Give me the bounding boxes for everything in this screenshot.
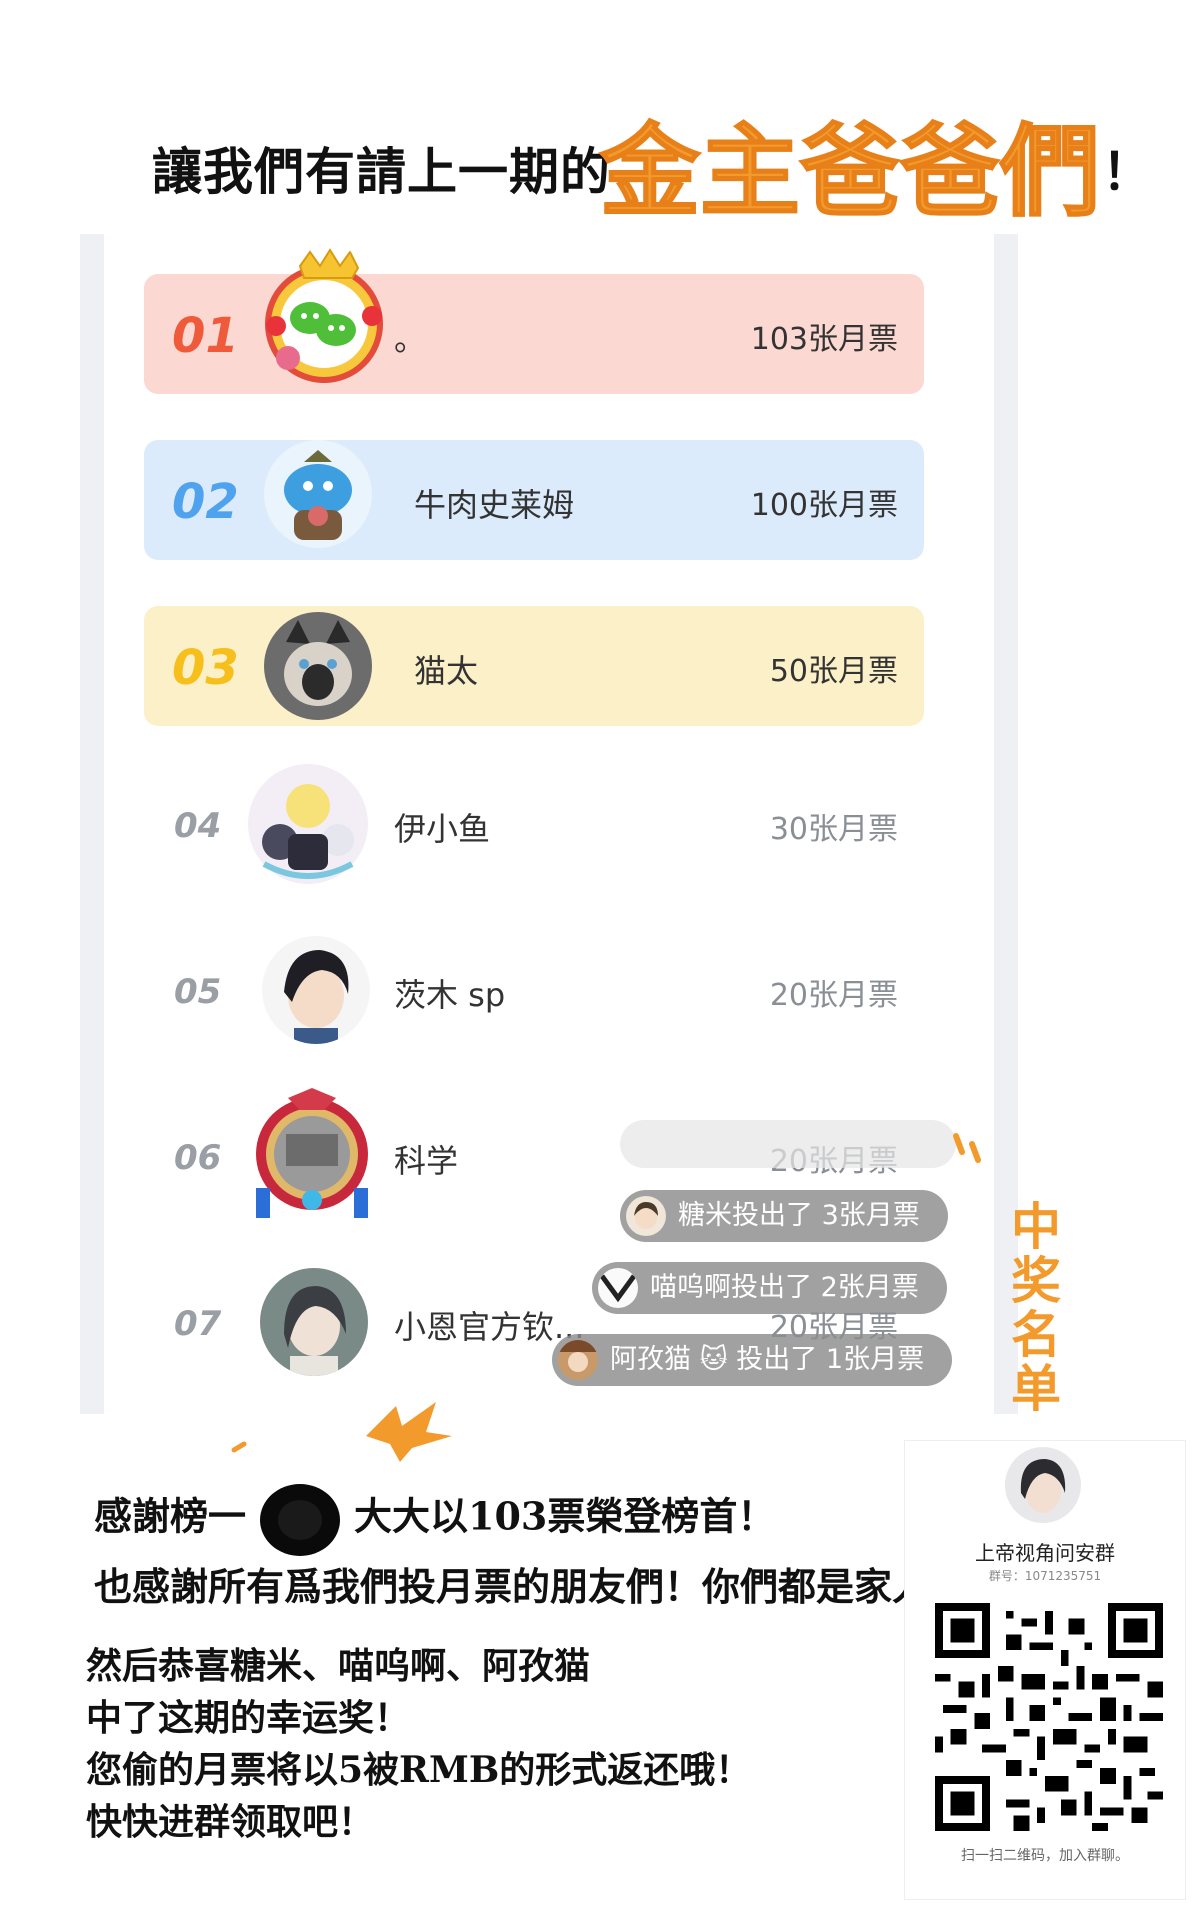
qr-caption: 扫一扫二维码，加入群聊。 (961, 1848, 1129, 1864)
header-bang: ！ (1102, 142, 1152, 201)
rank-number: 06 (174, 1138, 222, 1178)
vote-count: 103张月票 (750, 322, 898, 357)
vote-toast-2[interactable]: 喵呜啊投出了 2张月票 (592, 1262, 947, 1314)
thanks-line-1-pre: 感謝榜一 (94, 1493, 247, 1539)
toast-text: 糖米投出了 3张月票 (678, 1200, 920, 1231)
winners-line-1: 然后恭喜糖米、喵呜啊、阿孜猫 (86, 1645, 591, 1687)
group-id: 群号：1071235751 (988, 1569, 1102, 1583)
vote-toast-1[interactable]: 糖米投出了 3张月票 (620, 1190, 948, 1242)
anime-group-avatar[interactable] (244, 760, 372, 888)
header-highlight: 金主爸爸們 (599, 112, 1101, 231)
winner-list-label: 中 奖 名 单 (1006, 1200, 1066, 1416)
toast-text: 喵呜啊投出了 2张月票 (650, 1272, 919, 1303)
rank-number: 03 (172, 640, 239, 696)
rank-number: 04 (174, 806, 222, 846)
thanks-text: 感謝榜一 大大以103票榮登榜首！ 也感謝所有爲我們投月票的朋友們！你們都是家人！ (94, 1480, 1014, 1614)
ranking-row-5[interactable]: 05 茨木 sp 20张月票 (144, 930, 924, 1050)
ranking-row-4[interactable]: 04 伊小鱼 30张月票 (144, 764, 924, 884)
username: 科学 (394, 1142, 459, 1180)
winners-line-2: 中了这期的幸运奖！ (86, 1697, 411, 1739)
splash-icon (366, 1402, 452, 1462)
dark-hair-avatar[interactable] (262, 936, 370, 1044)
anime-girl-avatar[interactable] (260, 1268, 368, 1376)
vote-count: 20张月票 (769, 978, 898, 1013)
rank-number: 05 (174, 972, 222, 1012)
side-char: 奖 (1011, 1252, 1061, 1310)
scribble-blot-icon (260, 1484, 341, 1556)
toast-ghost (620, 1120, 956, 1168)
qr-code-icon[interactable] (935, 1603, 1163, 1831)
rank-number: 07 (174, 1304, 222, 1344)
thanks-line-1: 感謝榜一 大大以103票榮登榜首！ (94, 1480, 1014, 1560)
toast-avatar (626, 1196, 666, 1236)
rank-number: 01 (172, 308, 239, 364)
group-qr-card[interactable]: 上帝视角问安群 群号：1071235751 扫一扫二维码，加入群聊。 (904, 1440, 1186, 1900)
vote-count: 30张月票 (769, 812, 898, 847)
username: 猫太 (414, 652, 479, 690)
slime-avatar[interactable] (264, 440, 372, 548)
username: 。 (394, 320, 427, 358)
cat-avatar[interactable] (264, 612, 372, 720)
vote-count: 50张月票 (769, 654, 898, 689)
toast-avatar (558, 1340, 598, 1380)
ornate-frame-avatar[interactable] (242, 1088, 382, 1228)
username: 小恩官方钦... (394, 1308, 585, 1346)
ranking-row-2[interactable]: 02 牛肉史莱姆 100张月票 (144, 440, 924, 560)
winners-text: 然后恭喜糖米、喵呜啊、阿孜猫 中了这期的幸运奖！ 您偷的月票将以5被RMB的形式… (86, 1640, 786, 1848)
username: 茨木 sp (394, 976, 506, 1014)
group-avatar (1005, 1447, 1081, 1523)
thanks-line-2: 也感謝所有爲我們投月票的朋友們！你們都是家人！ (94, 1564, 969, 1609)
side-char: 名 (1011, 1306, 1061, 1364)
vote-toast-3[interactable]: 阿孜猫 🐱 投出了 1张月票 (552, 1334, 953, 1386)
username: 牛肉史莱姆 (414, 486, 575, 524)
rank-number: 02 (172, 474, 239, 530)
toast-avatar (598, 1268, 638, 1308)
toast-text: 阿孜猫 🐱 投出了 1张月票 (610, 1344, 925, 1375)
side-char: 中 (1011, 1198, 1061, 1256)
page-header: 讓我們有請上一期的 金主爸爸們 ！ (0, 80, 1200, 231)
thanks-line-1-post: 大大以103票榮登榜首！ (354, 1493, 776, 1539)
username: 伊小鱼 (394, 810, 491, 848)
ranking-row-3[interactable]: 03 猫太 50张月票 (144, 606, 924, 726)
spark-icon (231, 1441, 247, 1453)
wechat-crown-avatar[interactable] (254, 246, 394, 386)
accent-dashes-icon (953, 1133, 981, 1163)
winners-line-4: 快快进群领取吧！ (86, 1801, 375, 1843)
header-lead: 讓我們有請上一期的 (152, 142, 611, 201)
winners-line-3: 您偷的月票将以5被RMB的形式返还哦！ (86, 1749, 752, 1791)
group-name: 上帝视角问安群 (975, 1541, 1115, 1565)
side-char: 单 (1011, 1360, 1061, 1418)
vote-count: 100张月票 (750, 488, 898, 523)
ranking-row-1[interactable]: 01 。 103张月票 (144, 248, 924, 394)
